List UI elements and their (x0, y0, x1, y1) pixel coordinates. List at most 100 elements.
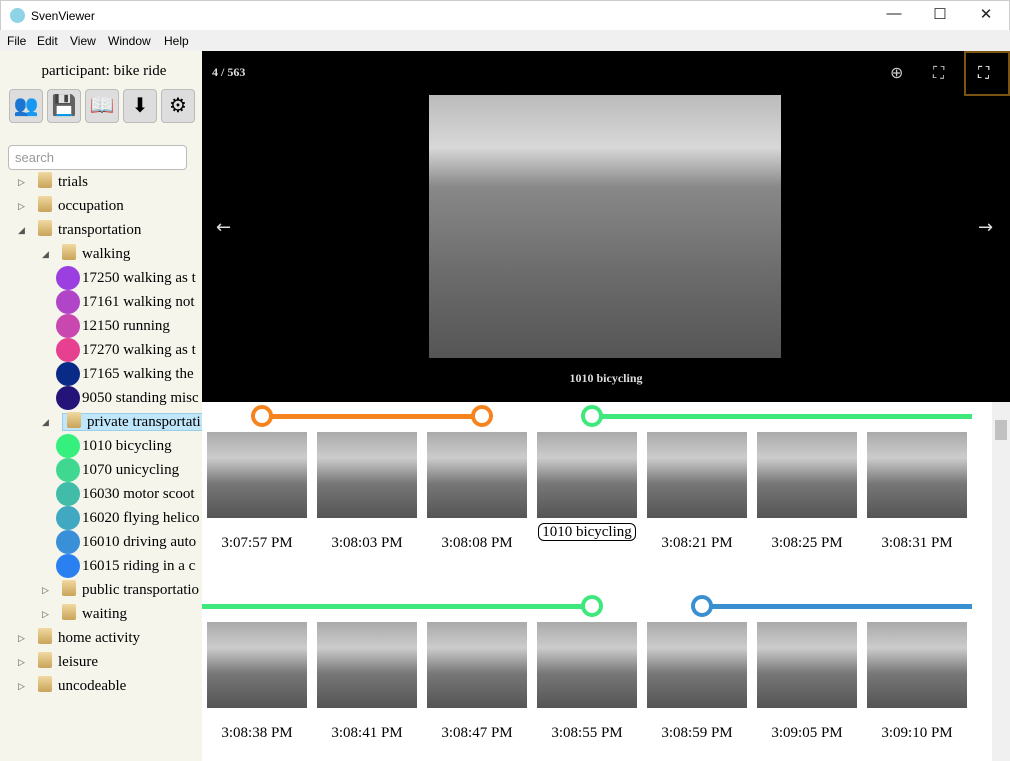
thumbnail-label: 3:08:55 PM (551, 725, 623, 741)
download-button[interactable]: ⬇ (123, 89, 157, 123)
timeline-marker[interactable] (581, 405, 603, 427)
title-bar: SvenViewer — ☐ ✕ (0, 0, 1010, 30)
thumbnail-image[interactable] (537, 432, 637, 518)
collapse-toggle[interactable]: ◢ (42, 411, 49, 433)
thumbnail-caption: 3:09:10 PM (862, 725, 972, 742)
tree-item[interactable]: 17165 walking the (82, 363, 194, 385)
thumbnail-image[interactable] (867, 622, 967, 708)
timeline-segment (702, 604, 972, 609)
tree-label: 17250 walking as t (82, 270, 196, 286)
close-button[interactable]: ✕ (963, 5, 1009, 23)
folder-icon (38, 196, 52, 212)
next-arrow-icon[interactable]: → (978, 217, 993, 238)
tree-item[interactable]: 1070 unicycling (82, 459, 179, 481)
search-input[interactable]: search (8, 145, 187, 170)
tree-folder[interactable]: transportation ◢ (18, 219, 141, 241)
thumbnail-label: 3:08:59 PM (661, 725, 733, 741)
tree-item[interactable]: 16020 flying helico (82, 507, 199, 529)
tree-folder[interactable]: trials ▷ (18, 171, 88, 193)
expand-toggle[interactable]: ▷ (18, 195, 25, 217)
participants-button[interactable]: 👥 (9, 89, 43, 123)
tree-folder[interactable]: uncodeable ▷ (18, 675, 126, 697)
timeline-marker[interactable] (691, 595, 713, 617)
minimize-button[interactable]: — (871, 5, 917, 22)
gallery-scrollbar[interactable] (992, 402, 1010, 761)
tree-label: 1010 bicycling (82, 438, 172, 454)
previous-arrow-icon[interactable]: ← (216, 217, 231, 238)
menu-window[interactable]: Window (108, 34, 151, 48)
image-caption: 1010 bicycling (569, 371, 643, 385)
timeline-marker[interactable] (581, 595, 603, 617)
tree-item[interactable]: 9050 standing misc (82, 387, 199, 409)
tree-folder[interactable]: public transportatio ▷ (42, 579, 199, 601)
tree-item[interactable]: 16015 riding in a c (82, 555, 195, 577)
thumbnail-caption: 3:08:21 PM (642, 535, 752, 552)
tree-folder[interactable]: walking ◢ (42, 243, 131, 265)
thumbnail-label: 3:08:21 PM (661, 535, 733, 551)
thumbnail-caption: 3:09:05 PM (752, 725, 862, 742)
tree-folder[interactable]: leisure ▷ (18, 651, 98, 673)
timeline-marker[interactable] (471, 405, 493, 427)
tree-folder[interactable]: occupation ▷ (18, 195, 124, 217)
thumbnail-caption: 3:08:59 PM (642, 725, 752, 742)
expand-toggle[interactable]: ▷ (18, 171, 25, 193)
tree-item[interactable]: 16030 motor scoot (82, 483, 195, 505)
codebook-button[interactable]: 📖 (85, 89, 119, 123)
collapse-toggle[interactable]: ◢ (18, 219, 25, 241)
scrollbar-thumb[interactable] (995, 420, 1007, 440)
thumbnail-image[interactable] (207, 432, 307, 518)
tree-label: walking (82, 246, 131, 262)
thumbnail-label: 3:08:31 PM (881, 535, 953, 551)
tree-folder[interactable]: private transportati ◢ (42, 411, 202, 433)
expand-toggle[interactable]: ▷ (18, 627, 25, 649)
thumbnail-label: 3:07:57 PM (221, 535, 293, 551)
tree-folder[interactable]: waiting ▷ (42, 603, 127, 625)
tree-item[interactable]: 17161 walking not (82, 291, 195, 313)
settings-button[interactable]: ⚙ (161, 89, 195, 123)
expand-toggle[interactable]: ▷ (18, 651, 25, 673)
category-color-dot (56, 362, 80, 386)
tree-label: waiting (82, 606, 127, 622)
thumbnail-label: 3:08:38 PM (221, 725, 293, 741)
sidebar: participant: bike ride 👥 💾 📖 ⬇ ⚙ search … (0, 51, 202, 761)
thumbnail-image[interactable] (427, 622, 527, 708)
tree-label: home activity (58, 630, 141, 646)
thumbnail-label: 3:09:10 PM (881, 725, 953, 741)
tree-item[interactable]: 17270 walking as t (82, 339, 196, 361)
menu-help[interactable]: Help (164, 34, 189, 48)
thumbnail-image[interactable] (757, 622, 857, 708)
zoom-in-icon[interactable]: ⊕ (890, 63, 903, 82)
expand-toggle[interactable]: ▷ (42, 603, 49, 625)
fullscreen-icon[interactable]: ⛶ (933, 63, 944, 83)
thumbnail-image[interactable] (537, 622, 637, 708)
tree-item[interactable]: 12150 running (82, 315, 170, 337)
thumbnail-image[interactable] (317, 432, 417, 518)
thumbnail-image[interactable] (317, 622, 417, 708)
expand-toggle[interactable]: ▷ (42, 579, 49, 601)
tree-label: 17161 walking not (82, 294, 195, 310)
collapse-toggle[interactable]: ◢ (42, 243, 49, 265)
tree-item[interactable]: 1010 bicycling (82, 435, 172, 457)
thumbnail-image[interactable] (867, 432, 967, 518)
menu-file[interactable]: File (7, 34, 26, 48)
fullscreen-button[interactable]: ⛶ (964, 51, 1010, 96)
maximize-button[interactable]: ☐ (917, 5, 963, 23)
save-button[interactable]: 💾 (47, 89, 81, 123)
thumbnail-caption: 3:07:57 PM (202, 535, 312, 552)
tree-label: 12150 running (82, 318, 170, 334)
tree-folder[interactable]: home activity ▷ (18, 627, 141, 649)
expand-toggle[interactable]: ▷ (18, 675, 25, 697)
thumbnail-image[interactable] (647, 432, 747, 518)
tree-item[interactable]: 17250 walking as t (82, 267, 196, 289)
menu-edit[interactable]: Edit (37, 34, 58, 48)
thumbnail-image[interactable] (427, 432, 527, 518)
menu-view[interactable]: View (70, 34, 96, 48)
thumbnail-image[interactable] (207, 622, 307, 708)
tree-item[interactable]: 16010 driving auto (82, 531, 196, 553)
timeline-marker[interactable] (251, 405, 273, 427)
thumbnail-image[interactable] (757, 432, 857, 518)
fullscreen-active-icon: ⛶ (978, 63, 990, 82)
timeline-segment (262, 414, 482, 419)
category-color-dot (56, 506, 80, 530)
thumbnail-image[interactable] (647, 622, 747, 708)
